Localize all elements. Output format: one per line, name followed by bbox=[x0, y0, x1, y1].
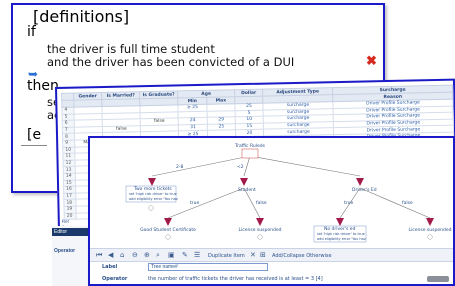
node-good-student-marker[interactable] bbox=[164, 218, 172, 226]
operator-field-label: Operator bbox=[102, 276, 128, 282]
delete-icon[interactable]: ✕ bbox=[250, 251, 256, 259]
side-panel: Editor Operator bbox=[52, 226, 88, 286]
step-back-icon[interactable]: ◀ bbox=[108, 251, 113, 259]
node-student-marker[interactable] bbox=[240, 178, 248, 186]
node-connector-1[interactable] bbox=[148, 205, 154, 211]
node-no-ed-marker[interactable] bbox=[336, 218, 344, 226]
branch-label-5: true bbox=[344, 200, 353, 206]
zoom-out-icon[interactable]: ⊖ bbox=[132, 251, 138, 259]
edge-student-true bbox=[167, 187, 245, 219]
grid-icon[interactable]: ⊞ bbox=[260, 251, 266, 259]
edge-root-left bbox=[151, 155, 251, 177]
first-page-icon[interactable]: ⏮ bbox=[96, 251, 102, 260]
label-field-label: Label bbox=[102, 264, 118, 270]
fit-icon[interactable]: ▣ bbox=[168, 251, 175, 259]
node-student-label: Student bbox=[238, 187, 256, 193]
branch-label-1: 2-8 bbox=[176, 164, 183, 170]
root-node[interactable] bbox=[241, 148, 259, 159]
node-license2-marker[interactable] bbox=[426, 218, 434, 226]
action-2-text: add eligibility error 'You hav bbox=[129, 197, 178, 201]
editor-tab[interactable]: Editor bbox=[52, 228, 88, 236]
home-icon[interactable]: ⌂ bbox=[120, 251, 124, 259]
node-connector-3[interactable] bbox=[257, 234, 263, 240]
condition-line-1[interactable]: the driver is full time student bbox=[47, 42, 215, 56]
screenshot-collage: [definitions] if the driver is full time… bbox=[0, 0, 455, 286]
node-license2-label: License suspended bbox=[409, 227, 452, 233]
zoom-in-icon[interactable]: ⊕ bbox=[144, 251, 150, 259]
action-1-text: set 'high risk driver' to true bbox=[129, 192, 177, 196]
else-keyword: [e bbox=[27, 127, 42, 143]
collapse-otherwise-button[interactable]: Add/Collapse Otherwise bbox=[272, 253, 332, 259]
node-license1-label: License suspended bbox=[239, 227, 282, 233]
decision-tree-canvas: Traffic Ruleds 2-8 <2 Two more tickets s… bbox=[125, 143, 452, 243]
node-license1-marker[interactable] bbox=[256, 218, 264, 226]
label-field-input[interactable]: Tree name# bbox=[148, 263, 268, 271]
node-two-more-marker[interactable] bbox=[148, 178, 156, 186]
operator-label-left: Operator bbox=[54, 248, 76, 254]
else-divider bbox=[21, 145, 47, 146]
root-label: Traffic Ruleds bbox=[234, 143, 266, 149]
if-keyword: if bbox=[27, 24, 36, 40]
action-4-text: add eligibility error 'You hav bbox=[317, 237, 366, 241]
definitions-header: [definitions] bbox=[33, 7, 130, 26]
branch-label-3: true bbox=[190, 200, 199, 206]
delete-condition-icon[interactable]: ✖ bbox=[366, 53, 377, 69]
node-drivers-ed-marker[interactable] bbox=[356, 178, 364, 186]
corner-button[interactable] bbox=[427, 276, 449, 282]
condition-line-2[interactable]: and the driver has been convicted of a D… bbox=[47, 55, 294, 69]
branch-label-4: false bbox=[256, 200, 267, 206]
decision-tree-window: Traffic Ruleds 2-8 <2 Two more tickets s… bbox=[88, 136, 455, 286]
search-icon[interactable]: ⌕ bbox=[156, 251, 160, 260]
branch-label-2: <2 bbox=[237, 164, 244, 170]
edit-icon[interactable]: ✎ bbox=[182, 251, 188, 259]
edge-ed-false bbox=[359, 187, 431, 219]
node-good-student-label: Good Student Certificate bbox=[140, 227, 196, 233]
node-connector-2[interactable] bbox=[165, 234, 171, 240]
node-connector-4[interactable] bbox=[427, 234, 433, 240]
action-3-text: set 'high risk driver' to true bbox=[317, 232, 365, 236]
operator-field-value[interactable]: the number of traffic tickets the driver… bbox=[148, 276, 323, 282]
branch-label-6: false bbox=[402, 200, 413, 206]
duplicate-item-button[interactable]: Duplicate Item bbox=[208, 253, 245, 259]
properties-icon[interactable]: ☰ bbox=[194, 251, 200, 259]
edge-root-right bbox=[249, 155, 361, 177]
tree-toolbar: ⏮ ◀ ⌂ ⊖ ⊕ ⌕ ▣ ✎ ☰ Duplicate Item ✕ ⊞ Add… bbox=[90, 248, 453, 262]
edge-root-mid bbox=[243, 155, 251, 177]
